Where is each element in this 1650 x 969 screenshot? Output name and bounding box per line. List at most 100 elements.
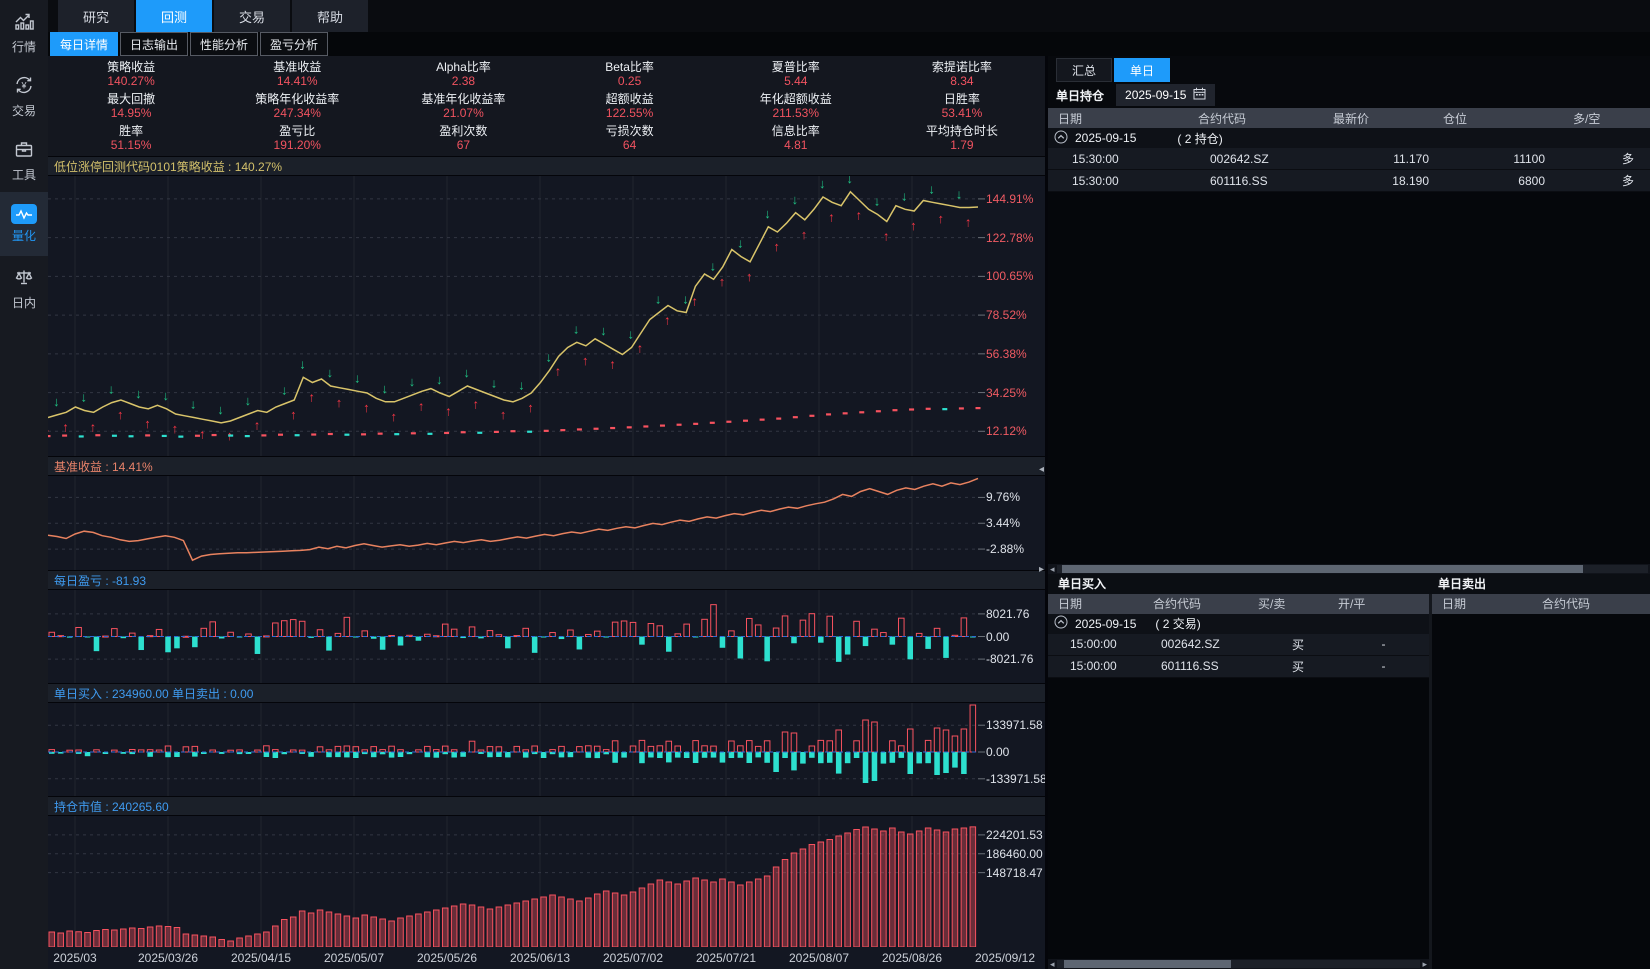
sidebar-item-label: 行情 — [12, 38, 36, 55]
scroll-right-icon[interactable]: ▸ — [1422, 959, 1427, 969]
splitter-handle-icon[interactable]: ▸ — [1039, 564, 1044, 575]
svg-text:¥: ¥ — [20, 80, 27, 90]
holdings-table-header: 日期 合约代码 最新价 仓位 多/空 — [1048, 108, 1650, 128]
stat-cell: Alpha比率2.38 — [380, 58, 546, 90]
svg-text:↑: ↑ — [855, 208, 862, 223]
svg-text:↑: ↑ — [938, 211, 945, 226]
quant-wave-icon — [11, 204, 37, 224]
axis-tick-label: 224201.53 — [986, 829, 1043, 841]
svg-text:↓: ↓ — [190, 397, 197, 412]
date-axis-label: 2025/08/07 — [789, 951, 849, 965]
left-sidebar: 行情 ¥ 交易 工具 — [0, 0, 48, 969]
buys-row[interactable]: 15:00:00 002642.SZ 买 - — [1048, 634, 1429, 656]
mid-horizontal-scrollbar[interactable]: ◂ — [1048, 564, 1650, 574]
date-axis-label: 2025/07/21 — [696, 951, 756, 965]
menu-research[interactable]: 研究 — [58, 0, 134, 32]
scroll-thumb[interactable] — [1064, 960, 1231, 968]
scroll-thumb[interactable] — [1062, 565, 1582, 573]
date-picker[interactable]: 2025-09-15 — [1116, 84, 1215, 106]
axis-tick-label: 122.78% — [986, 232, 1033, 244]
svg-text:↓: ↓ — [655, 292, 662, 307]
sells-table-header: 日期 合约代码 — [1432, 594, 1650, 614]
menu-trade[interactable]: 交易 — [214, 0, 290, 32]
holdings-filter-row: 单日持仓 2025-09-15 — [1048, 82, 1650, 108]
svg-text:↑: ↑ — [117, 407, 124, 422]
svg-text:↓: ↓ — [628, 327, 635, 342]
stat-cell: 日胜率53.41% — [879, 90, 1045, 122]
daily-pnl-chart[interactable]: 8021.760.00-8021.76 — [48, 590, 1045, 683]
tab-summary[interactable]: 汇总 — [1056, 58, 1112, 82]
stat-cell: 信息比率4.81 — [713, 122, 879, 154]
buys-row[interactable]: 15:00:00 601116.SS 买 - — [1048, 656, 1429, 678]
daily-buysell-chart[interactable]: 133971.580.00-133971.58 — [48, 703, 1045, 796]
tab-daily-detail[interactable]: 每日详情 — [50, 32, 118, 56]
svg-text:↑: ↑ — [883, 229, 890, 244]
svg-text:↓: ↓ — [573, 321, 580, 336]
svg-text:↑: ↑ — [527, 400, 534, 415]
stat-cell: 策略收益140.27% — [48, 58, 214, 90]
svg-text:↑: ↑ — [719, 274, 726, 289]
group-count: ( 2 持仓) — [1143, 130, 1222, 147]
date-axis-label: 2025/06/13 — [510, 951, 570, 965]
holdings-empty-area — [1048, 192, 1650, 564]
sidebar-item-intraday[interactable]: 日内 — [0, 256, 48, 320]
svg-text:↓: ↓ — [928, 181, 935, 196]
splitter-handle-icon[interactable]: ◂ — [1039, 464, 1044, 475]
collapse-icon[interactable] — [1054, 130, 1068, 147]
stat-cell: 胜率51.15% — [48, 122, 214, 154]
date-axis-label: 2025/09/12 — [975, 951, 1035, 965]
holdings-filter-label: 单日持仓 — [1056, 87, 1104, 104]
svg-text:↓: ↓ — [491, 376, 498, 391]
svg-text:↑: ↑ — [691, 293, 698, 308]
sidebar-item-trade[interactable]: ¥ 交易 — [0, 64, 48, 128]
collapse-icon[interactable] — [1054, 615, 1068, 632]
tab-single-day[interactable]: 单日 — [1114, 58, 1170, 82]
scroll-left-icon[interactable]: ◂ — [1050, 564, 1055, 574]
axis-tick-label: 3.44% — [986, 517, 1020, 529]
svg-text:↓: ↓ — [846, 176, 853, 186]
tab-log-output[interactable]: 日志输出 — [120, 32, 188, 56]
svg-text:↑: ↑ — [172, 421, 179, 436]
tab-pnl-analysis[interactable]: 盈亏分析 — [260, 32, 328, 56]
position-value-chart-title: 持仓市值 : 240265.60 — [48, 796, 1045, 816]
group-count: ( 2 交易) — [1143, 615, 1200, 632]
buys-group-row[interactable]: 2025-09-15 ( 2 交易) — [1048, 614, 1429, 634]
benchmark-return-chart[interactable]: 9.76%3.44%-2.88% — [48, 476, 1045, 570]
svg-text:↑: ↑ — [418, 398, 425, 413]
trade-yuan-icon: ¥ — [13, 74, 35, 99]
tab-performance[interactable]: 性能分析 — [190, 32, 258, 56]
svg-text:↑: ↑ — [609, 356, 616, 371]
svg-text:↑: ↑ — [336, 395, 343, 410]
svg-text:↓: ↓ — [80, 390, 87, 405]
svg-text:↓: ↓ — [354, 370, 361, 385]
content: 策略收益140.27% 基准收益14.41% Alpha比率2.38 Beta比… — [48, 56, 1650, 969]
toolbox-icon — [13, 138, 35, 163]
svg-text:↓: ↓ — [792, 192, 799, 207]
svg-text:↓: ↓ — [819, 176, 826, 191]
scroll-left-icon[interactable]: ◂ — [1050, 959, 1055, 969]
svg-text:↑: ↑ — [308, 390, 315, 405]
menu-backtest[interactable]: 回测 — [136, 0, 212, 32]
sidebar-item-market[interactable]: 行情 — [0, 0, 48, 64]
svg-text:↓: ↓ — [327, 365, 334, 380]
date-axis-label: 2025/08/26 — [882, 951, 942, 965]
menu-help[interactable]: 帮助 — [292, 0, 368, 32]
svg-text:↑: ↑ — [910, 218, 917, 233]
strategy-return-chart[interactable]: ↑↑↑↑↑↑↑↑↑↑↑↑↑↑↑↑↑↑↑↑↑↑↑↑↑↑↑↑↑↑↑↑↑↑↑↓↓↓↓↓… — [48, 176, 1045, 456]
bottom-horizontal-scrollbar[interactable]: ◂ ▸ — [1048, 959, 1429, 969]
holdings-row[interactable]: 15:30:00 601116.SS 18.190 6800 多 — [1048, 170, 1650, 192]
svg-text:↑: ↑ — [473, 397, 480, 412]
svg-text:↑: ↑ — [363, 400, 370, 415]
sidebar-item-tools[interactable]: 工具 — [0, 128, 48, 192]
holdings-group-row[interactable]: 2025-09-15 ( 2 持仓) — [1048, 128, 1650, 148]
holdings-row[interactable]: 15:30:00 002642.SZ 11.170 11100 多 — [1048, 148, 1650, 170]
axis-tick-label: -133971.58 — [986, 773, 1045, 785]
svg-text:↑: ↑ — [664, 313, 671, 328]
position-value-chart[interactable]: 224201.53186460.00148718.47 — [48, 816, 1045, 947]
axis-tick-label: 9.76% — [986, 491, 1020, 503]
axis-tick-label: 186460.00 — [986, 848, 1043, 860]
scroll-track[interactable] — [1057, 565, 1648, 573]
sells-table: 日期 合约代码 — [1432, 594, 1650, 969]
sidebar-item-quant[interactable]: 量化 — [0, 192, 48, 256]
scroll-track[interactable] — [1057, 960, 1421, 968]
